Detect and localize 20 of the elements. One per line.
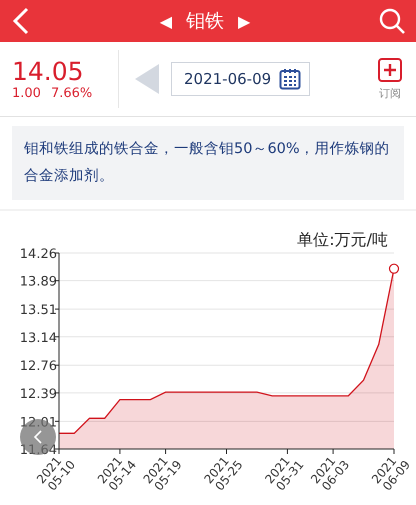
y-axis-label: 13.14 [20,330,57,346]
y-axis-label: 12.76 [20,359,57,374]
end-point-marker [388,264,400,274]
price-change: 1.00 [12,86,41,100]
y-axis-label: 13.51 [20,303,57,318]
y-axis-label: 14.26 [20,247,57,262]
price-value: 14.05 [12,58,85,86]
search-icon[interactable] [378,7,406,35]
percent-change: 7.66% [50,86,92,100]
subscribe-button[interactable]: 订阅 [378,58,402,100]
next-arrow[interactable]: ▶ [238,12,250,30]
y-axis-label: 13.89 [20,274,57,290]
plus-icon [378,58,402,82]
description-text: 钼和铁组成的铁合金，一般含钼50～60%，用作炼钢的合金添加剂。 [12,126,404,200]
calendar-icon [279,68,302,90]
y-axis-label: 12.39 [20,386,57,402]
unit-label: 单位:万元/吨 [297,230,388,249]
previous-arrow[interactable]: ◀ [160,12,172,30]
date-picker[interactable]: 2021-06-09 [171,62,310,96]
page-title: 钼铁 [186,9,224,34]
